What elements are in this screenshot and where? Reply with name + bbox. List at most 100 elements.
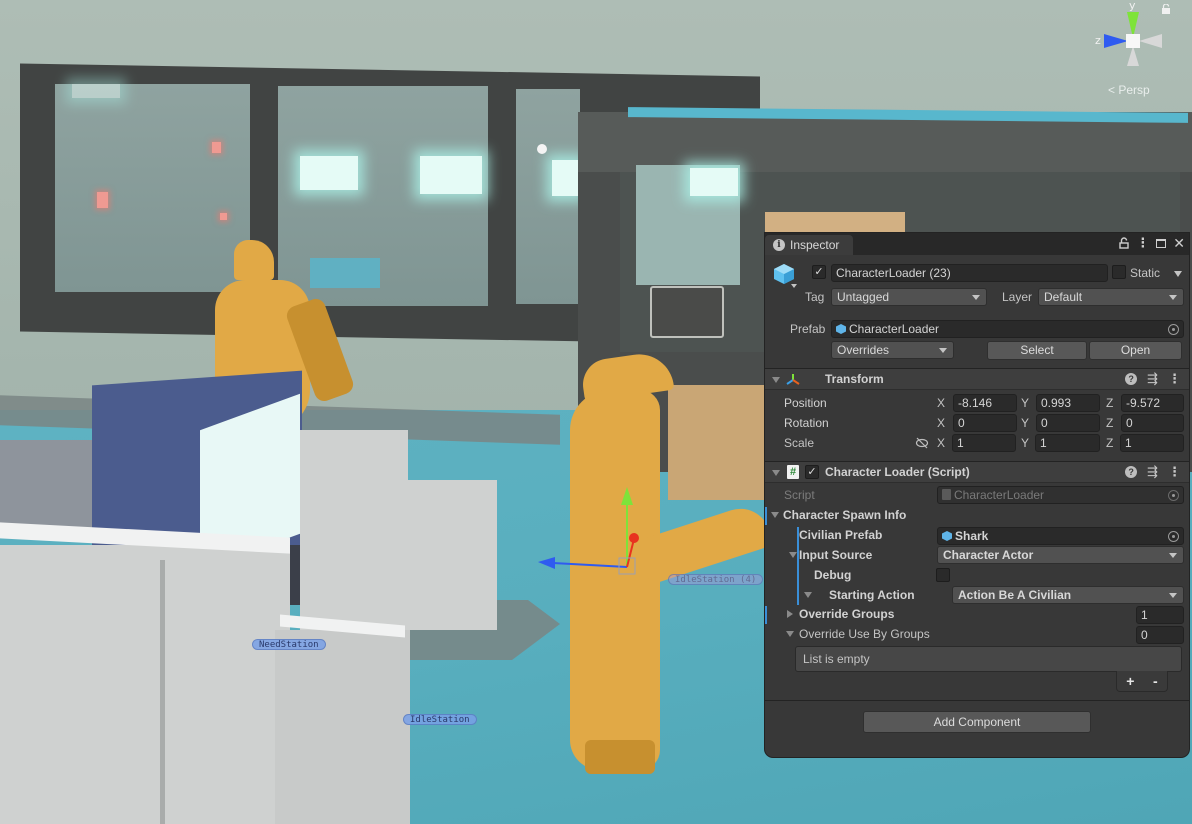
override-groups-label[interactable]: Override Groups (799, 605, 894, 623)
override-indicator (765, 507, 767, 525)
scene-label-idlestation-4[interactable]: IdleStation (4) (668, 574, 764, 585)
scene-label-idlestation[interactable]: IdleStation (403, 714, 477, 725)
position-z-field[interactable]: -9.572 (1121, 394, 1184, 412)
tab-inspector[interactable]: i Inspector (765, 235, 853, 255)
object-picker-icon (1168, 490, 1179, 501)
maximize-icon[interactable] (1156, 238, 1167, 248)
starting-action-value: Action Be A Civilian (958, 588, 1072, 602)
gizmo-x-cone[interactable] (1139, 34, 1162, 48)
active-checkbox[interactable]: ✓ (812, 265, 826, 279)
tag-dropdown[interactable]: Untagged (831, 288, 987, 306)
axis-x-label: X (937, 436, 946, 450)
scale-y-field[interactable]: 1 (1035, 434, 1100, 452)
gizmo-center-cube[interactable] (1126, 34, 1140, 48)
prefab-field[interactable]: CharacterLoader (831, 320, 1184, 338)
constrain-proportions-icon[interactable] (915, 437, 929, 449)
projection-toggle[interactable]: < Persp (1108, 83, 1150, 97)
presets-icon[interactable]: ⇶ (1147, 465, 1158, 479)
script-field: CharacterLoader (937, 486, 1184, 504)
component-enabled-checkbox[interactable]: ✓ (805, 465, 819, 479)
script-hash-icon: # (787, 465, 799, 479)
remove-element-button[interactable]: - (1153, 673, 1158, 689)
character-spawn-info-label[interactable]: Character Spawn Info (783, 506, 906, 524)
fold-arrow-icon[interactable] (771, 512, 779, 518)
transform-header[interactable]: Transform ? ⇶ ⋮ (765, 368, 1189, 390)
axis-x-label: X (937, 416, 946, 430)
static-checkbox[interactable] (1112, 265, 1126, 279)
close-icon[interactable]: ✕ (1173, 236, 1185, 250)
cubicle-panel (405, 480, 497, 630)
civilian-prefab-field[interactable]: Shark (937, 527, 1184, 545)
input-source-value: Character Actor (943, 548, 1034, 562)
object-picker-icon[interactable] (1168, 324, 1179, 335)
civilian-prefab-label: Civilian Prefab (799, 528, 883, 542)
axis-y-label: Y (1021, 436, 1030, 450)
help-icon[interactable]: ? (1125, 373, 1138, 385)
fold-arrow-icon[interactable] (789, 552, 797, 558)
input-source-label: Input Source (799, 548, 873, 562)
override-use-label[interactable]: Override Use By Groups (799, 625, 930, 643)
help-icon[interactable]: ? (1125, 466, 1138, 478)
add-element-button[interactable]: + (1126, 673, 1134, 689)
kebab-menu-icon[interactable]: ⋮ (1168, 465, 1181, 479)
kebab-menu-icon[interactable]: ⋮ (1168, 372, 1181, 386)
presets-icon[interactable]: ⇶ (1147, 372, 1158, 386)
chevron-down-icon (1169, 593, 1177, 598)
axis-z-label: Z (1106, 396, 1114, 410)
debug-checkbox[interactable] (936, 568, 950, 582)
override-groups-size-field[interactable]: 1 (1136, 606, 1184, 624)
script-value: CharacterLoader (954, 488, 1045, 502)
position-y-field[interactable]: 0.993 (1036, 394, 1100, 412)
kebab-menu-icon[interactable]: ⋮ (1136, 236, 1149, 250)
window-cyan-object (310, 258, 380, 288)
add-component-button[interactable]: Add Component (863, 711, 1091, 733)
transform-title: Transform (825, 372, 884, 386)
window-pane-right (516, 89, 580, 304)
info-icon: i (773, 239, 785, 251)
static-dropdown-caret[interactable] (1174, 271, 1182, 277)
scale-x-field[interactable]: 1 (952, 434, 1016, 452)
gizmo-y-arrow[interactable] (621, 487, 633, 505)
fold-arrow-icon[interactable] (804, 592, 812, 598)
prefab-cube-icon (836, 324, 846, 334)
rotation-z-field[interactable]: 0 (1121, 414, 1184, 432)
position-x-field[interactable]: -8.146 (953, 394, 1017, 412)
gameobject-cube-icon (774, 264, 794, 284)
gameobject-name-field[interactable]: CharacterLoader (23) (831, 264, 1108, 282)
rotation-y-field[interactable]: 0 (1036, 414, 1100, 432)
fold-arrow-icon[interactable] (772, 377, 780, 383)
scale-z-field[interactable]: 1 (1120, 434, 1184, 452)
icon-dropdown-caret[interactable] (791, 284, 797, 288)
input-source-dropdown[interactable]: Character Actor (937, 546, 1184, 564)
lock-icon[interactable] (1161, 4, 1171, 14)
layer-dropdown[interactable]: Default (1038, 288, 1184, 306)
overrides-dropdown[interactable]: Overrides (831, 341, 954, 359)
gizmo-z-cone[interactable] (1104, 34, 1128, 48)
prefab-cube-icon (942, 531, 952, 541)
object-picker-icon[interactable] (1168, 531, 1179, 542)
chevron-left-icon: < (1108, 83, 1116, 97)
select-button[interactable]: Select (987, 341, 1087, 360)
open-button[interactable]: Open (1089, 341, 1182, 360)
starting-action-dropdown[interactable]: Action Be A Civilian (952, 586, 1184, 604)
gizmo-x-handle[interactable] (629, 533, 639, 543)
override-use-size-field[interactable]: 0 (1136, 626, 1184, 644)
component-divider (765, 700, 1189, 701)
gizmo-neg-y-cone[interactable] (1127, 46, 1139, 66)
inspector-tabbar: i Inspector ⋮ ✕ (765, 233, 1189, 255)
layer-label: Layer (1002, 290, 1033, 304)
gizmo-z-arrow[interactable] (538, 557, 555, 569)
gizmo-z-axis[interactable] (552, 562, 628, 568)
move-gizmo[interactable] (535, 485, 645, 580)
character-loader-header[interactable]: # ✓ Character Loader (Script) ? ⇶ ⋮ (765, 461, 1189, 483)
fold-arrow-icon[interactable] (786, 631, 794, 637)
gizmo-z-label: z (1095, 34, 1101, 47)
lock-icon[interactable] (1119, 237, 1129, 249)
scene-label-needstation[interactable]: NeedStation (252, 639, 326, 650)
rotation-x-field[interactable]: 0 (953, 414, 1017, 432)
character-head (234, 240, 274, 280)
selected-character-body[interactable] (570, 390, 660, 770)
fold-arrow-icon[interactable] (787, 610, 793, 618)
fold-arrow-icon[interactable] (772, 470, 780, 476)
gizmo-x-axis[interactable] (626, 538, 635, 568)
